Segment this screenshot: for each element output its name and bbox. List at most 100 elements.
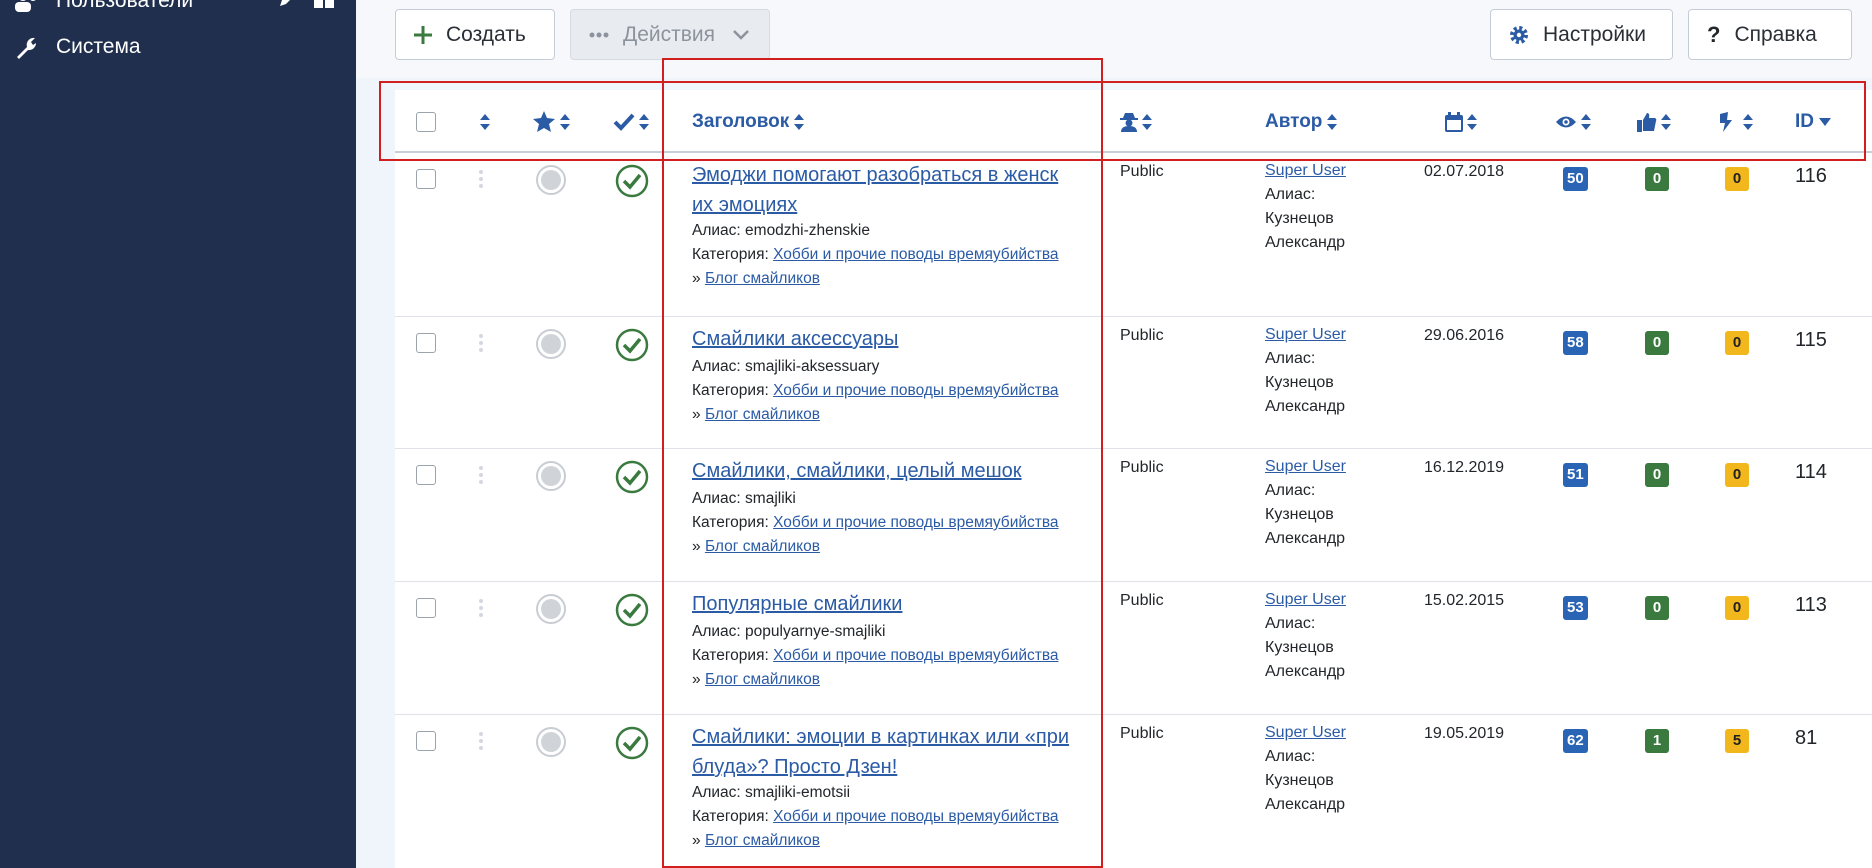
category-link[interactable]: Хобби и прочие поводы времяубийства xyxy=(773,514,1058,531)
sort-icon xyxy=(794,113,805,130)
article-meta: Алиас: populyarnye-smajliki Категория: Хо… xyxy=(692,620,1082,692)
row-checkbox[interactable] xyxy=(416,598,436,623)
published-check-icon[interactable] xyxy=(615,460,649,499)
author-link[interactable]: Super User xyxy=(1265,159,1346,183)
row-checkbox[interactable] xyxy=(416,169,436,194)
author-link[interactable]: Super User xyxy=(1265,721,1346,745)
article-title-link[interactable]: Смайлики: эмоции в картинках или «при блу… xyxy=(692,722,1082,782)
sort-icon xyxy=(480,113,490,130)
article-title-link[interactable]: Популярные смайлики xyxy=(692,589,1082,619)
sort-title[interactable]: Заголовок xyxy=(692,90,805,153)
article-id: 115 xyxy=(1795,329,1827,351)
author-alias-line-2: Александр xyxy=(1265,530,1346,547)
articles-table: Заголовок Автор ID Эмоджи помогают разоб… xyxy=(395,90,1872,868)
subcategory-link[interactable]: Блог смайликов xyxy=(705,270,820,287)
help-button[interactable]: ? Справка xyxy=(1688,9,1852,60)
users-icon xyxy=(12,0,42,16)
author-alias-label: Алиас: xyxy=(1265,186,1316,203)
actions-button[interactable]: Действия xyxy=(570,9,770,60)
table-row: Смайлики аксессуары Алиас: smajliki-akses… xyxy=(395,317,1872,449)
sidebar-item-tools xyxy=(278,0,334,13)
sort-icon xyxy=(560,113,570,130)
sidebar-item-system[interactable]: Система xyxy=(12,32,141,62)
article-title-cell: Популярные смайлики xyxy=(692,589,1082,619)
user-secret-icon xyxy=(1120,112,1138,132)
hits-badge: 50 xyxy=(1563,167,1588,191)
category-link[interactable]: Хобби и прочие поводы времяубийства xyxy=(773,246,1058,263)
sort-hits[interactable] xyxy=(1555,90,1592,153)
title-line-1: Эмоджи помогают разобраться в женск xyxy=(692,164,1059,186)
drag-handle-icon[interactable] xyxy=(478,333,484,358)
subcategory-link[interactable]: Блог смайликов xyxy=(705,406,820,423)
drag-handle-icon[interactable] xyxy=(478,169,484,194)
sidebar-item-system-label: Система xyxy=(56,35,141,58)
sort-date[interactable] xyxy=(1445,90,1478,153)
author-alias-line-2: Александр xyxy=(1265,796,1346,813)
drag-handle-icon[interactable] xyxy=(478,465,484,490)
subcategory-link[interactable]: Блог смайликов xyxy=(705,832,820,849)
author-cell: Super User Алиас: Кузнецов Александр xyxy=(1265,323,1346,419)
subcategory-link[interactable]: Блог смайликов xyxy=(705,671,820,688)
article-title-link[interactable]: Эмоджи помогают разобраться в женск их эм… xyxy=(692,160,1082,220)
author-link[interactable]: Super User xyxy=(1265,455,1346,479)
featured-toggle[interactable] xyxy=(536,461,566,491)
author-link[interactable]: Super User xyxy=(1265,323,1346,347)
subcategory-link[interactable]: Блог смайликов xyxy=(705,538,820,555)
access-level: Public xyxy=(1120,592,1164,609)
article-alias: smajliki-aksessuary xyxy=(745,358,880,375)
row-checkbox[interactable] xyxy=(416,731,436,756)
sort-status[interactable] xyxy=(613,90,650,153)
row-checkbox[interactable] xyxy=(416,465,436,490)
sidebar-item-users[interactable]: Пользователи xyxy=(12,0,193,16)
settings-button[interactable]: Настройки xyxy=(1490,9,1673,60)
category-link[interactable]: Хобби и прочие поводы времяубийства xyxy=(773,647,1058,664)
published-check-icon[interactable] xyxy=(615,164,649,203)
wrench-icon xyxy=(12,32,42,62)
votes-down-badge: 5 xyxy=(1725,729,1749,753)
published-check-icon[interactable] xyxy=(615,328,649,367)
column-title-label: Заголовок xyxy=(692,110,790,132)
sort-votes-up[interactable] xyxy=(1637,90,1672,153)
author-alias-line-1: Кузнецов xyxy=(1265,210,1334,227)
author-alias-label: Алиас: xyxy=(1265,748,1316,765)
votes-down-badge: 0 xyxy=(1725,331,1749,355)
sort-author[interactable]: Автор xyxy=(1265,90,1338,153)
article-alias: smajliki-emotsii xyxy=(745,784,851,801)
pencil-icon[interactable] xyxy=(278,0,296,13)
featured-toggle[interactable] xyxy=(536,165,566,195)
featured-toggle[interactable] xyxy=(536,594,566,624)
votes-up-badge: 0 xyxy=(1645,331,1669,355)
grid-icon[interactable] xyxy=(314,0,334,13)
published-check-icon[interactable] xyxy=(615,593,649,632)
sort-icon xyxy=(639,113,649,130)
alias-label: Алиас: xyxy=(692,784,741,801)
title-line-1: Смайлики аксессуары xyxy=(692,328,899,350)
published-check-icon[interactable] xyxy=(615,726,649,765)
featured-toggle[interactable] xyxy=(536,727,566,757)
sort-id[interactable]: ID xyxy=(1795,90,1832,153)
author-link[interactable]: Super User xyxy=(1265,588,1346,612)
gear-icon xyxy=(1509,25,1529,45)
category-link[interactable]: Хобби и прочие поводы времяубийства xyxy=(773,382,1058,399)
article-alias: populyarnye-smajliki xyxy=(745,623,886,640)
question-icon: ? xyxy=(1707,21,1721,47)
article-title-link[interactable]: Смайлики аксессуары xyxy=(692,324,1082,354)
create-button[interactable]: Создать xyxy=(395,9,555,60)
sort-icon xyxy=(1142,113,1152,130)
select-all-checkbox[interactable] xyxy=(416,90,436,153)
featured-toggle[interactable] xyxy=(536,329,566,359)
sort-access[interactable] xyxy=(1120,90,1153,153)
author-cell: Super User Алиас: Кузнецов Александр xyxy=(1265,159,1346,255)
sort-icon xyxy=(1467,113,1477,130)
article-title-link[interactable]: Смайлики, смайлики, целый мешок xyxy=(692,456,1082,486)
article-alias: emodzhi-zhenskie xyxy=(745,222,870,239)
row-checkbox[interactable] xyxy=(416,333,436,358)
hits-badge: 62 xyxy=(1563,729,1588,753)
category-link[interactable]: Хобби и прочие поводы времяубийства xyxy=(773,808,1058,825)
calendar-icon xyxy=(1445,111,1463,132)
drag-handle-icon[interactable] xyxy=(478,598,484,623)
sort-ordering[interactable] xyxy=(479,90,491,153)
sort-votes-down[interactable] xyxy=(1718,90,1754,153)
drag-handle-icon[interactable] xyxy=(478,731,484,756)
sort-featured[interactable] xyxy=(533,90,571,153)
